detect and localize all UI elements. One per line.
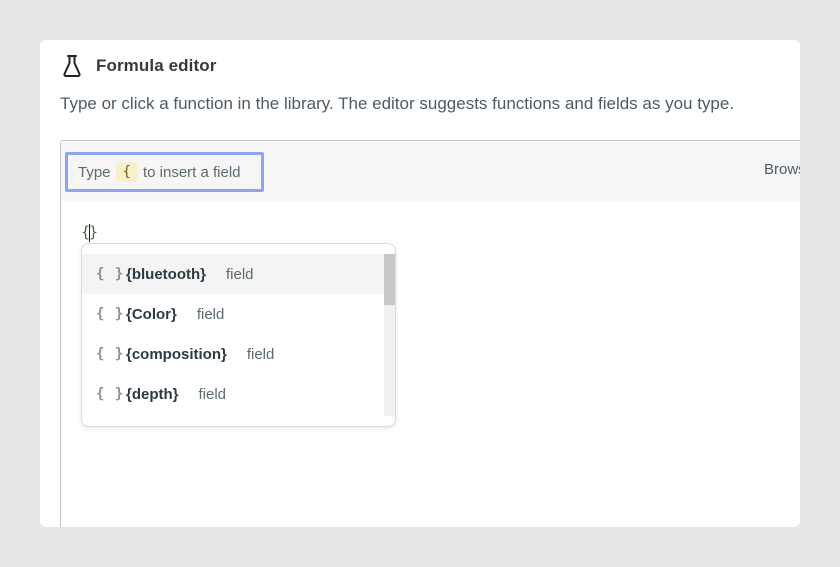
autocomplete-dropdown: { } {bluetooth} field { } {Color} field … (81, 243, 396, 427)
autocomplete-option[interactable]: { } {bluetooth} field (82, 254, 384, 294)
insert-field-hint: Type { to insert a field (65, 152, 264, 192)
panel-header: Formula editor (62, 52, 216, 80)
option-name: {composition} (126, 345, 227, 363)
option-name: {bluetooth} (126, 265, 206, 283)
autocomplete-option[interactable]: { } {composition} field (82, 334, 384, 374)
formula-editor-panel: Formula editor Type or click a function … (40, 40, 800, 527)
formula-input[interactable]: {} (81, 222, 98, 242)
formula-editor[interactable]: Type { to insert a field Browse {} { } {… (60, 140, 800, 527)
option-name: {depth} (126, 385, 179, 403)
autocomplete-list: { } {bluetooth} field { } {Color} field … (82, 254, 384, 414)
option-type: field (226, 265, 254, 283)
option-type: field (246, 345, 275, 363)
browse-button[interactable]: Browse (764, 161, 800, 178)
dropdown-scrollbar[interactable] (384, 254, 395, 416)
option-type: field (196, 305, 225, 323)
flask-icon (62, 54, 82, 78)
option-name: {Color} (126, 305, 177, 323)
hint-suffix: to insert a field (142, 163, 241, 181)
field-icon: { } (96, 306, 125, 322)
scrollbar-thumb[interactable] (384, 254, 395, 305)
autocomplete-option[interactable]: { } {Color} field (82, 294, 384, 334)
autocomplete-option[interactable]: { } {depth} field (82, 374, 384, 414)
hint-prefix: Type (78, 163, 111, 181)
editor-toolbar: Type { to insert a field Browse (61, 141, 800, 201)
close-brace: } (89, 223, 99, 241)
option-type: field (198, 385, 227, 403)
panel-title: Formula editor (96, 56, 217, 75)
field-icon: { } (96, 386, 125, 402)
field-icon: { } (96, 266, 125, 282)
hint-brace-key: { (115, 162, 138, 182)
panel-description: Type or click a function in the library.… (60, 94, 735, 113)
field-icon: { } (96, 346, 125, 362)
